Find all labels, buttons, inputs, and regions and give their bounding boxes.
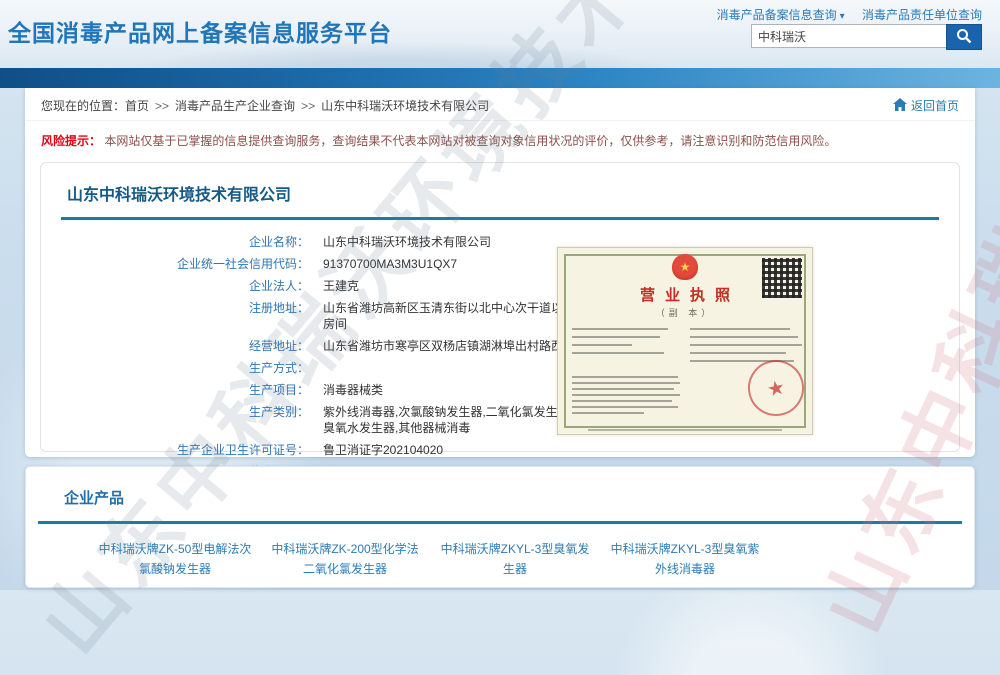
risk-notice: 风险提示： 本网站仅基于已掌握的信息提供查询服务，查询结果不代表本网站对被查询对…	[25, 121, 975, 152]
product-link[interactable]: 中科瑞沃牌ZKYL-3型臭氧发生器	[436, 539, 594, 580]
business-license-image[interactable]: ★ 营业执照 （副 本）	[557, 247, 813, 435]
field-label: 经营地址：	[41, 338, 309, 354]
breadcrumb-separator: >>	[155, 99, 169, 113]
risk-notice-text: 本网站仅基于已掌握的信息提供查询服务，查询结果不代表本网站对被查询对象信用状况的…	[104, 134, 836, 148]
field-row-company-name: 企业名称： 山东中科瑞沃环境技术有限公司	[41, 231, 959, 253]
field-row-registered-address: 注册地址： 山东省潍坊高新区玉清东街以北中心次干道以西高新大厦502房间	[41, 297, 959, 335]
breadcrumb-home-link[interactable]: 首页	[125, 97, 149, 114]
field-label: 生产企业卫生许可证号：	[41, 442, 309, 458]
company-title: 山东中科瑞沃环境技术有限公司	[67, 181, 959, 205]
chevron-down-icon: ▾	[840, 11, 845, 22]
header-nav: 消毒产品备案信息查询▾ 消毒产品责任单位查询	[703, 6, 982, 23]
qr-code	[762, 258, 802, 298]
national-emblem-icon: ★	[672, 254, 698, 280]
field-row-business-address: 经营地址： 山东省潍坊市寒亭区双杨店镇湖淋埠出村路西100米	[41, 335, 959, 357]
license-scope-paragraph	[572, 376, 680, 418]
product-list: 中科瑞沃牌ZK-50型电解法次氯酸钠发生器 中科瑞沃牌ZK-200型化学法二氧化…	[96, 539, 974, 580]
breadcrumb-prefix: 您现在的位置：	[41, 97, 125, 114]
license-subtitle: （副 本）	[558, 306, 812, 319]
products-panel: 企业产品 中科瑞沃牌ZK-50型电解法次氯酸钠发生器 中科瑞沃牌ZK-200型化…	[25, 466, 975, 588]
breadcrumb-separator: >>	[301, 99, 315, 113]
breadcrumb-category-link[interactable]: 消毒产品生产企业查询	[175, 97, 295, 114]
field-row-production-item: 生产项目： 消毒器械类	[41, 379, 959, 401]
company-fields: 企业名称： 山东中科瑞沃环境技术有限公司 企业统一社会信用代码： 9137070…	[41, 231, 959, 483]
license-footer-line	[588, 429, 782, 431]
product-link[interactable]: 中科瑞沃牌ZK-200型化学法二氧化氯发生器	[266, 539, 424, 580]
field-row-credit-code: 企业统一社会信用代码： 91370700MA3M3U1QX7	[41, 253, 959, 275]
products-divider	[38, 521, 962, 524]
back-home-label: 返回首页	[911, 97, 959, 114]
product-link[interactable]: 中科瑞沃牌ZK-50型电解法次氯酸钠发生器	[96, 539, 254, 580]
field-label: 企业法人：	[41, 278, 309, 294]
home-icon	[893, 98, 911, 114]
back-home-link[interactable]: 返回首页	[893, 97, 959, 114]
field-row-production-mode: 生产方式：	[41, 357, 959, 379]
site-header: 全国消毒产品网上备案信息服务平台 消毒产品备案信息查询▾ 消毒产品责任单位查询	[0, 0, 1000, 68]
field-label: 企业统一社会信用代码：	[41, 256, 309, 272]
search-input[interactable]	[751, 24, 946, 48]
field-value: 鲁卫消证字202104020	[323, 442, 655, 458]
company-info-panel: 您现在的位置： 首页 >> 消毒产品生产企业查询 >> 山东中科瑞沃环境技术有限…	[25, 88, 975, 457]
site-title: 全国消毒产品网上备案信息服务平台	[8, 14, 392, 48]
field-label: 企业名称：	[41, 234, 309, 250]
breadcrumb: 您现在的位置： 首页 >> 消毒产品生产企业查询 >> 山东中科瑞沃环境技术有限…	[25, 88, 975, 121]
license-text-lines	[572, 328, 672, 360]
field-label: 生产方式：	[41, 360, 309, 376]
nav-responsible-unit-query-label: 消毒产品责任单位查询	[862, 8, 982, 22]
field-label: 生产项目：	[41, 382, 309, 398]
breadcrumb-current: 山东中科瑞沃环境技术有限公司	[321, 97, 489, 114]
search-button[interactable]	[946, 24, 982, 50]
risk-notice-prefix: 风险提示：	[41, 134, 101, 148]
field-label: 注册地址：	[41, 300, 309, 332]
products-title: 企业产品	[64, 487, 974, 508]
nav-record-info-query[interactable]: 消毒产品备案信息查询▾	[717, 8, 845, 22]
product-link[interactable]: 中科瑞沃牌ZKYL-3型臭氧紫外线消毒器	[606, 539, 764, 580]
search-bar	[751, 24, 982, 50]
field-row-legal-person: 企业法人： 王建克	[41, 275, 959, 297]
company-detail-box: 山东中科瑞沃环境技术有限公司 企业名称： 山东中科瑞沃环境技术有限公司 企业统一…	[40, 162, 960, 452]
field-row-hygiene-license-no: 生产企业卫生许可证号： 鲁卫消证字202104020	[41, 439, 959, 461]
search-icon	[956, 28, 972, 47]
title-divider	[61, 217, 939, 220]
header-divider-bar	[0, 68, 1000, 88]
nav-record-info-query-label: 消毒产品备案信息查询	[717, 8, 837, 22]
nav-responsible-unit-query[interactable]: 消毒产品责任单位查询	[862, 8, 982, 22]
field-row-production-category: 生产类别： 紫外线消毒器,次氯酸钠发生器,二氧化氯发生器,臭氧发生器、臭氧水发生…	[41, 401, 959, 439]
field-label: 生产类别：	[41, 404, 309, 436]
